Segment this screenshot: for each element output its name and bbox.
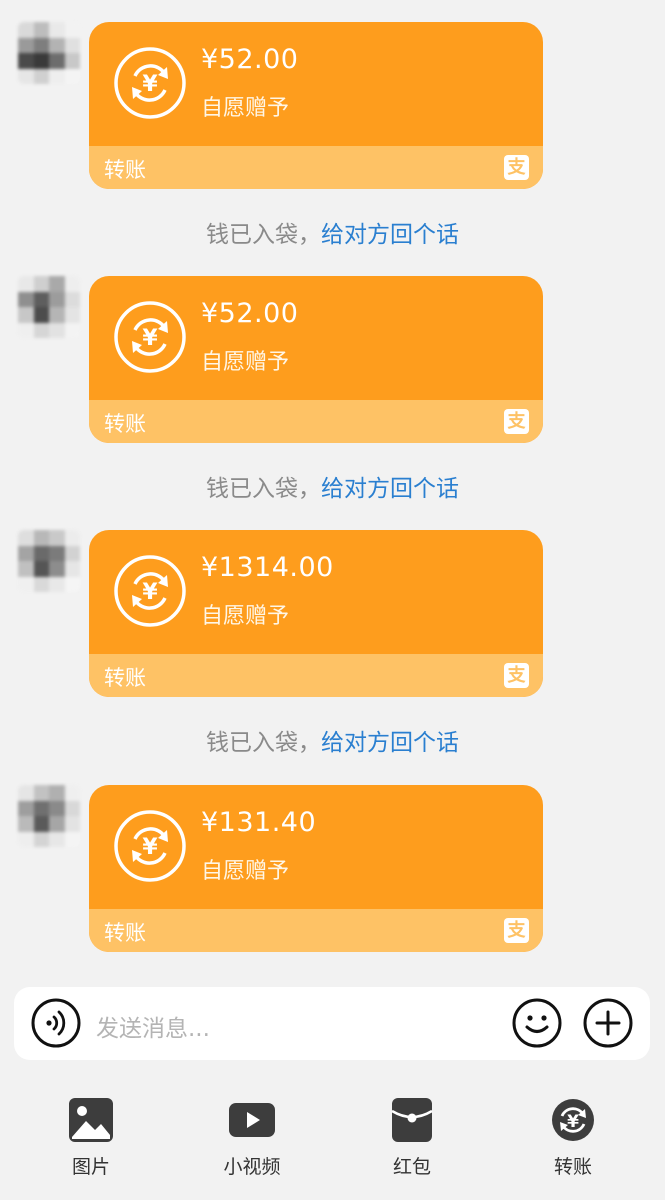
toolbar-label: 小视频 bbox=[223, 1156, 281, 1178]
toolbar-item-image[interactable]: 图片 bbox=[31, 1097, 151, 1197]
avatar[interactable] bbox=[18, 22, 80, 84]
toolbar-label: 图片 bbox=[71, 1156, 110, 1178]
transfer-coin-icon: ¥ bbox=[114, 301, 186, 373]
transfer-card-footer: 转账 支 bbox=[89, 909, 543, 952]
transfer-coin-icon: ¥ bbox=[114, 810, 186, 882]
alipay-icon: 支 bbox=[504, 409, 529, 434]
alipay-icon: 支 bbox=[504, 155, 529, 180]
message-input-bar: 发送消息... bbox=[14, 987, 650, 1060]
reply-link[interactable]: 给对方回个话 bbox=[321, 476, 459, 502]
transfer-memo: 自愿赠予 bbox=[201, 604, 290, 629]
image-icon bbox=[69, 1098, 113, 1142]
transfer-amount: ¥52.00 bbox=[201, 298, 299, 329]
transfer-footer-label: 转账 bbox=[104, 158, 146, 182]
transfer-message: ¥ ¥52.00 自愿赠予 转账 支 bbox=[0, 276, 665, 446]
transfer-footer-label: 转账 bbox=[104, 666, 146, 690]
transfer-footer-label: 转账 bbox=[104, 412, 146, 436]
toolbar-item-transfer[interactable]: ¥ 转账 bbox=[513, 1097, 633, 1197]
chat-message-list[interactable]: ¥ ¥52.00 自愿赠予 转账 支 钱已入袋，给对方回个话 ¥ ¥52.00 … bbox=[0, 0, 665, 975]
receipt-notice-text: 钱已入袋， bbox=[206, 730, 321, 756]
video-icon bbox=[229, 1103, 275, 1137]
plus-icon[interactable] bbox=[583, 998, 633, 1048]
transfer-message: ¥ ¥1314.00 自愿赠予 转账 支 bbox=[0, 530, 665, 700]
toolbar-item-video[interactable]: 小视频 bbox=[192, 1097, 312, 1197]
svg-text:¥: ¥ bbox=[142, 580, 158, 605]
emoji-icon[interactable] bbox=[512, 998, 562, 1048]
transfer-card[interactable]: ¥ ¥52.00 自愿赠予 转账 支 bbox=[89, 22, 543, 189]
transfer-amount: ¥1314.00 bbox=[201, 552, 334, 583]
alipay-icon: 支 bbox=[504, 918, 529, 943]
toolbar-label: 红包 bbox=[392, 1156, 431, 1178]
message-input[interactable]: 发送消息... bbox=[96, 1009, 210, 1043]
transfer-coin-icon: ¥ bbox=[114, 555, 186, 627]
red-packet-icon bbox=[391, 1098, 433, 1142]
avatar[interactable] bbox=[18, 276, 80, 338]
toolbar-label: 转账 bbox=[553, 1156, 592, 1178]
transfer-message: ¥ ¥131.40 自愿赠予 转账 支 bbox=[0, 785, 665, 955]
transfer-card[interactable]: ¥ ¥131.40 自愿赠予 转账 支 bbox=[89, 785, 543, 952]
transfer-memo: 自愿赠予 bbox=[201, 859, 290, 884]
transfer-memo: 自愿赠予 bbox=[201, 350, 290, 375]
transfer-card[interactable]: ¥ ¥52.00 自愿赠予 转账 支 bbox=[89, 276, 543, 443]
transfer-card[interactable]: ¥ ¥1314.00 自愿赠予 转账 支 bbox=[89, 530, 543, 697]
receipt-notice-text: 钱已入袋， bbox=[206, 476, 321, 502]
reply-link[interactable]: 给对方回个话 bbox=[321, 222, 459, 248]
receipt-notice: 钱已入袋，给对方回个话 bbox=[0, 723, 665, 757]
avatar[interactable] bbox=[18, 785, 80, 847]
transfer-amount: ¥52.00 bbox=[201, 44, 299, 75]
voice-icon[interactable] bbox=[31, 998, 81, 1048]
reply-link[interactable]: 给对方回个话 bbox=[321, 730, 459, 756]
transfer-card-footer: 转账 支 bbox=[89, 400, 543, 443]
svg-text:¥: ¥ bbox=[142, 72, 158, 97]
transfer-message: ¥ ¥52.00 自愿赠予 转账 支 bbox=[0, 22, 665, 192]
avatar[interactable] bbox=[18, 530, 80, 592]
svg-text:¥: ¥ bbox=[142, 835, 158, 860]
alipay-icon: 支 bbox=[504, 663, 529, 688]
bottom-toolbar: 图片 小视频 红包 ¥ 转账 bbox=[0, 1085, 665, 1200]
receipt-notice: 钱已入袋，给对方回个话 bbox=[0, 469, 665, 503]
svg-text:¥: ¥ bbox=[142, 326, 158, 351]
transfer-icon: ¥ bbox=[552, 1099, 594, 1141]
transfer-card-footer: 转账 支 bbox=[89, 654, 543, 697]
transfer-card-footer: 转账 支 bbox=[89, 146, 543, 189]
svg-text:¥: ¥ bbox=[567, 1112, 579, 1132]
receipt-notice: 钱已入袋，给对方回个话 bbox=[0, 215, 665, 249]
transfer-footer-label: 转账 bbox=[104, 921, 146, 945]
transfer-amount: ¥131.40 bbox=[201, 807, 317, 838]
transfer-memo: 自愿赠予 bbox=[201, 96, 290, 121]
toolbar-item-red-packet[interactable]: 红包 bbox=[352, 1097, 472, 1197]
receipt-notice-text: 钱已入袋， bbox=[206, 222, 321, 248]
transfer-coin-icon: ¥ bbox=[114, 47, 186, 119]
